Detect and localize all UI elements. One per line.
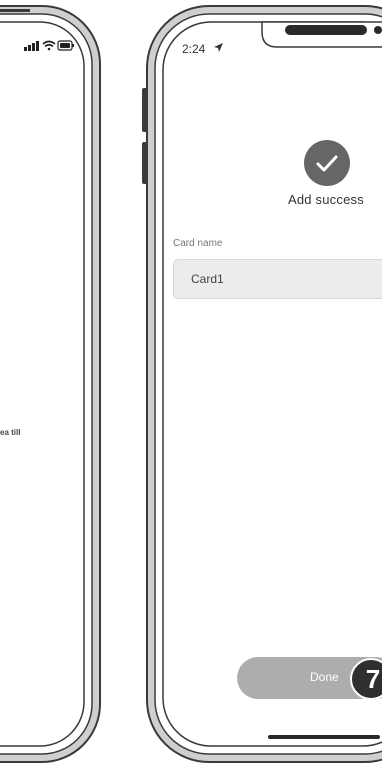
left-phone-frame <box>0 5 101 763</box>
location-arrow-icon <box>214 43 223 52</box>
battery-icon <box>57 40 74 51</box>
checkmark-icon <box>316 155 338 172</box>
right-phone-frame <box>142 5 382 763</box>
wifi-icon <box>42 40 56 51</box>
card-name-field[interactable]: Card1 <box>173 259 382 299</box>
card-name-value: Card1 <box>191 272 224 286</box>
done-button-label: Done <box>310 670 339 684</box>
left-status-icons <box>24 40 74 51</box>
step-number: 7 <box>365 664 381 694</box>
success-title: Add success <box>288 192 364 207</box>
status-time: 2:24 <box>182 42 206 56</box>
step-number-badge: 7 <box>350 658 382 700</box>
card-name-label: Card name <box>173 238 223 249</box>
success-check-circle <box>304 140 350 186</box>
phone-frames <box>0 5 382 763</box>
left-screen-partial-text: ea till <box>0 428 21 437</box>
signal-icon <box>24 41 39 51</box>
